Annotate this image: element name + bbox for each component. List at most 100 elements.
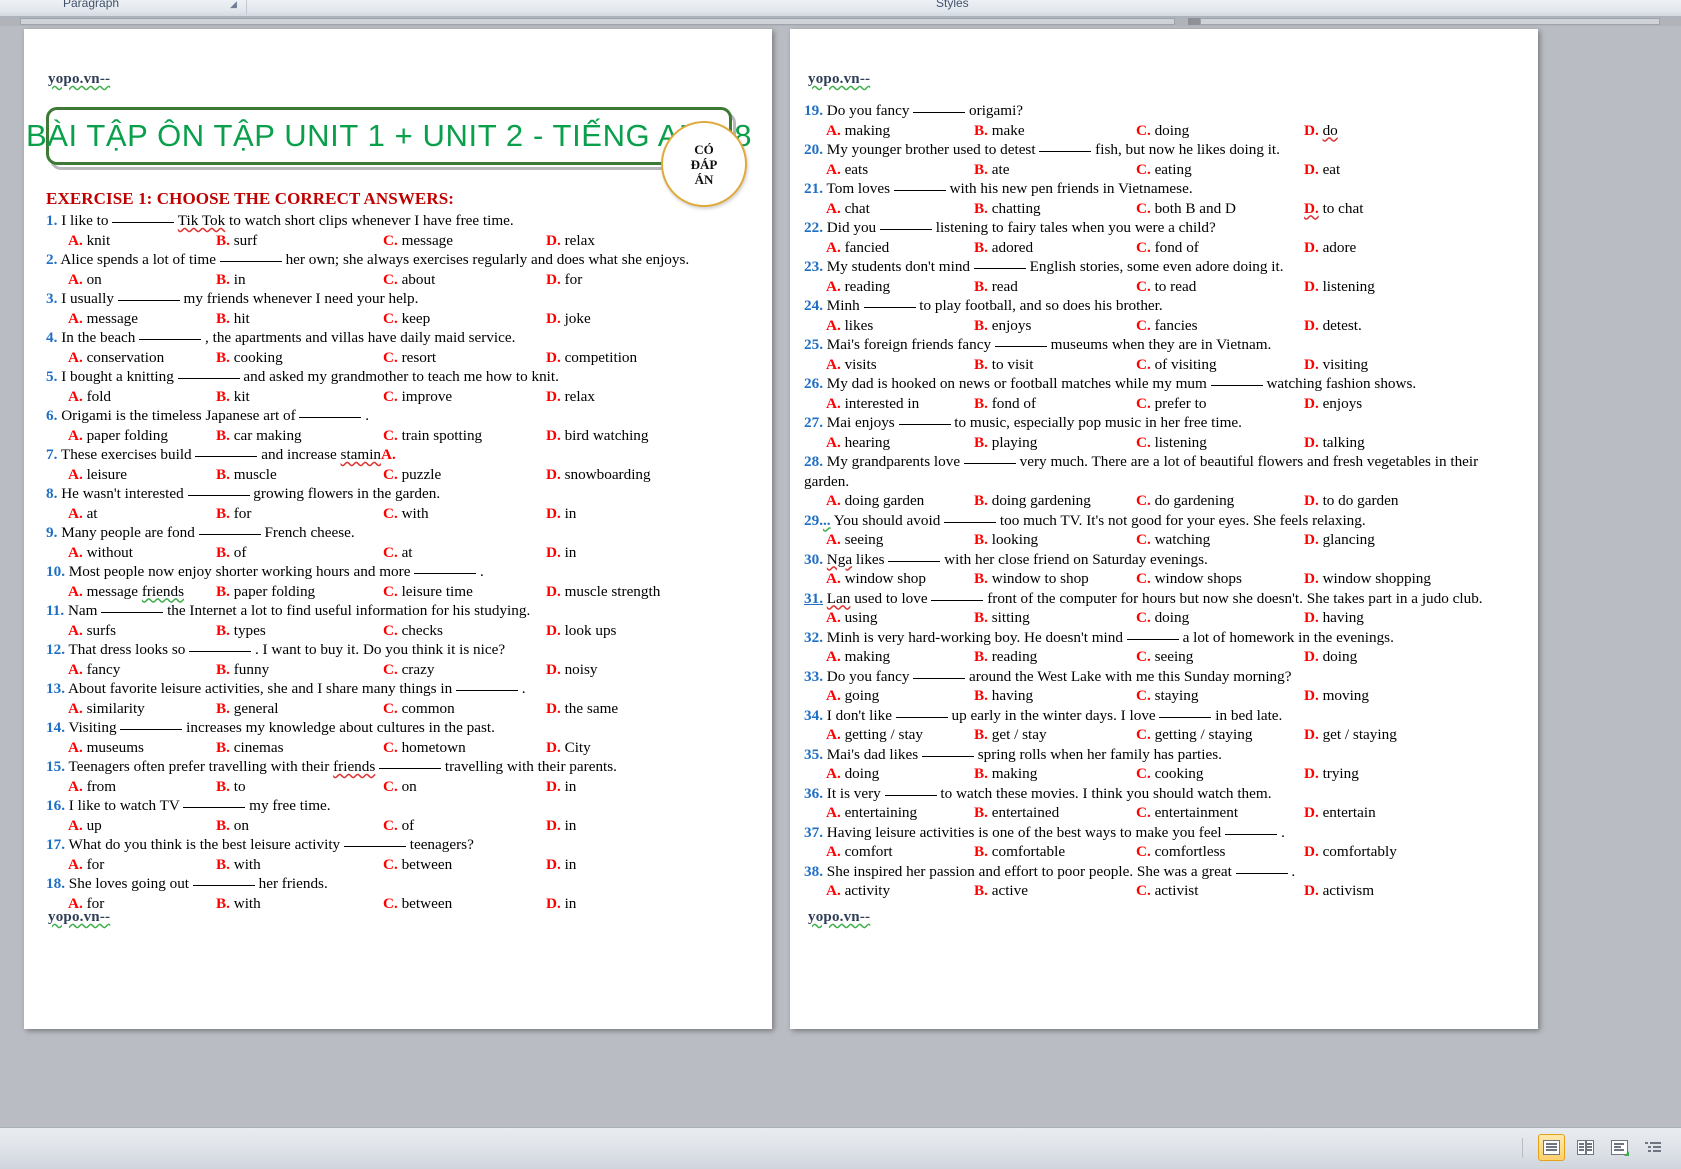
option-b[interactable]: B. funny xyxy=(216,660,269,680)
option-a[interactable]: A. at xyxy=(68,504,98,524)
option-d[interactable]: D. listening xyxy=(1304,277,1375,297)
option-b[interactable]: B. playing xyxy=(974,433,1037,453)
option-b[interactable]: B. to xyxy=(216,777,246,797)
option-d[interactable]: D. having xyxy=(1304,608,1364,628)
option-a[interactable]: A. conservation xyxy=(68,348,164,368)
option-d[interactable]: D. relax xyxy=(546,231,595,251)
option-d[interactable]: D. activism xyxy=(1304,881,1374,901)
paragraph-dialog-launcher-icon[interactable]: ◢ xyxy=(230,0,237,10)
option-d[interactable]: D. muscle strength xyxy=(546,582,660,602)
option-c[interactable]: C. hometown xyxy=(383,738,466,758)
option-a[interactable]: A. paper folding xyxy=(68,426,168,446)
option-c[interactable]: C. listening xyxy=(1136,433,1207,453)
option-b[interactable]: B. on xyxy=(216,816,249,836)
option-a[interactable]: A. from xyxy=(68,777,116,797)
option-a[interactable]: A. visits xyxy=(826,355,877,375)
option-b[interactable]: B. muscle xyxy=(216,465,277,485)
option-c[interactable]: C. comfortless xyxy=(1136,842,1225,862)
option-b[interactable]: B. fond of xyxy=(974,394,1036,414)
option-a[interactable]: A. fancied xyxy=(826,238,889,258)
ruler-margin-marker[interactable] xyxy=(1188,18,1200,25)
option-c[interactable]: C. resort xyxy=(383,348,436,368)
option-b[interactable]: B. having xyxy=(974,686,1033,706)
option-b[interactable]: B. adored xyxy=(974,238,1033,258)
option-b[interactable]: B. surf xyxy=(216,231,257,251)
option-b[interactable]: B. chatting xyxy=(974,199,1041,219)
option-a[interactable]: A. reading xyxy=(826,277,890,297)
option-a[interactable]: A. leisure xyxy=(68,465,127,485)
option-b[interactable]: B. car making xyxy=(216,426,302,446)
option-c[interactable]: C. doing xyxy=(1136,121,1189,141)
option-a[interactable]: A. doing garden xyxy=(826,491,924,511)
option-c[interactable]: C. about xyxy=(383,270,435,290)
option-d[interactable]: D. City xyxy=(546,738,591,758)
option-a[interactable]: A. knit xyxy=(68,231,110,251)
option-d[interactable]: D. doing xyxy=(1304,647,1357,667)
option-c[interactable]: C. fond of xyxy=(1136,238,1199,258)
option-d[interactable]: D. talking xyxy=(1304,433,1365,453)
option-b[interactable]: B. for xyxy=(216,504,251,524)
option-d[interactable]: D. for xyxy=(546,270,582,290)
option-a[interactable]: A. similarity xyxy=(68,699,145,719)
option-c[interactable]: C. crazy xyxy=(383,660,434,680)
option-b[interactable]: B. hit xyxy=(216,309,250,329)
option-c[interactable]: C. cooking xyxy=(1136,764,1204,784)
option-b[interactable]: B. get / stay xyxy=(974,725,1047,745)
option-b[interactable]: B. cinemas xyxy=(216,738,284,758)
option-c[interactable]: C. activist xyxy=(1136,881,1198,901)
option-a[interactable]: A. doing xyxy=(826,764,879,784)
option-b[interactable]: B. make xyxy=(974,121,1025,141)
option-d[interactable]: D. get / staying xyxy=(1304,725,1397,745)
option-d[interactable]: D. eat xyxy=(1304,160,1340,180)
option-d[interactable]: D. competition xyxy=(546,348,637,368)
option-a[interactable]: A. interested in xyxy=(826,394,919,414)
option-b[interactable]: B. comfortable xyxy=(974,842,1065,862)
option-b[interactable]: B. ate xyxy=(974,160,1009,180)
option-b[interactable]: B. with xyxy=(216,894,261,914)
option-c[interactable]: C. message xyxy=(383,231,453,251)
option-a[interactable]: A. activity xyxy=(826,881,890,901)
option-c[interactable]: C. keep xyxy=(383,309,430,329)
option-d[interactable]: D. detest. xyxy=(1304,316,1362,336)
option-c[interactable]: C. fancies xyxy=(1136,316,1198,336)
option-c[interactable]: C. between xyxy=(383,894,452,914)
option-c[interactable]: C. window shops xyxy=(1136,569,1242,589)
print-layout-view-button[interactable] xyxy=(1538,1134,1565,1161)
option-b[interactable]: B. entertained xyxy=(974,803,1059,823)
option-a[interactable]: A. museums xyxy=(68,738,144,758)
option-d[interactable]: D. bird watching xyxy=(546,426,649,446)
document-page-right[interactable]: yopo.vn-- 19. Do you fancy origami? A. ma… xyxy=(790,29,1538,1029)
horizontal-ruler[interactable] xyxy=(0,17,1681,26)
document-page-left[interactable]: yopo.vn-- BÀI TẬP ÔN TẬP UNIT 1 + UNIT 2… xyxy=(24,29,772,1029)
option-d[interactable]: D. trying xyxy=(1304,764,1359,784)
option-b[interactable]: B. types xyxy=(216,621,266,641)
option-d[interactable]: D. moving xyxy=(1304,686,1369,706)
option-b[interactable]: B. active xyxy=(974,881,1028,901)
option-c[interactable]: C. leisure time xyxy=(383,582,473,602)
option-a[interactable]: A. getting / stay xyxy=(826,725,923,745)
option-a[interactable]: A. entertaining xyxy=(826,803,917,823)
option-d[interactable]: D. glancing xyxy=(1304,530,1375,550)
option-a[interactable]: A. surfs xyxy=(68,621,116,641)
option-b[interactable]: B. in xyxy=(216,270,246,290)
option-a[interactable]: A. likes xyxy=(826,316,873,336)
option-a[interactable]: A. for xyxy=(68,855,104,875)
option-a[interactable]: A. eats xyxy=(826,160,868,180)
option-a[interactable]: A. making xyxy=(826,647,890,667)
option-d[interactable]: D. window shopping xyxy=(1304,569,1431,589)
option-d[interactable]: D. relax xyxy=(546,387,595,407)
option-c[interactable]: C. eating xyxy=(1136,160,1192,180)
option-c[interactable]: C. of visiting xyxy=(1136,355,1217,375)
option-d[interactable]: D. do xyxy=(1304,121,1338,141)
option-d[interactable]: D. visiting xyxy=(1304,355,1368,375)
option-c[interactable]: C. both B and D xyxy=(1136,199,1236,219)
option-d[interactable]: D. in xyxy=(546,855,576,875)
option-a[interactable]: A. making xyxy=(826,121,890,141)
option-b[interactable]: B. read xyxy=(974,277,1018,297)
option-c[interactable]: C. seeing xyxy=(1136,647,1193,667)
option-d[interactable]: D. noisy xyxy=(546,660,597,680)
option-c[interactable]: C. do gardening xyxy=(1136,491,1234,511)
option-b[interactable]: B. to visit xyxy=(974,355,1034,375)
option-c[interactable]: C. of xyxy=(383,816,414,836)
option-a[interactable]: A. using xyxy=(826,608,877,628)
